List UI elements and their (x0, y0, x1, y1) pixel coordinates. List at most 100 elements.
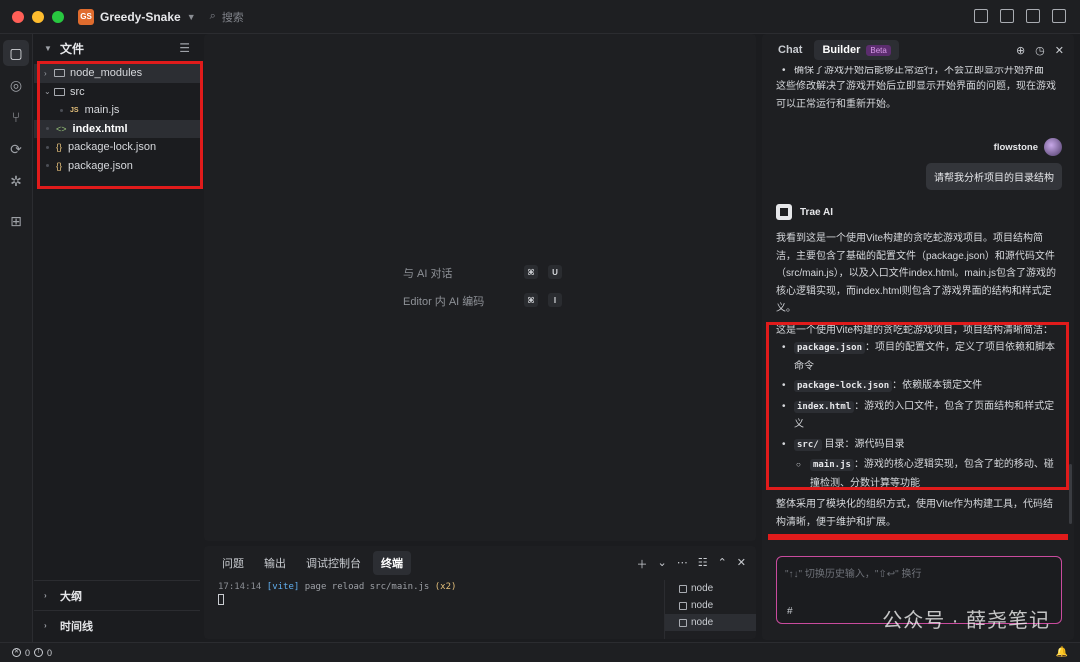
extensions-icon[interactable]: ⊞ (3, 208, 29, 234)
tab-terminal[interactable]: 终端 (373, 551, 411, 575)
layout-grid-icon[interactable] (1052, 9, 1066, 23)
context-button[interactable]: # (787, 606, 793, 617)
source-control-icon[interactable]: ⑂ (3, 104, 29, 130)
tab-problems[interactable]: 问题 (214, 551, 252, 575)
explorer-icon[interactable]: ▢ (3, 40, 29, 66)
terminal-label: node (691, 583, 714, 594)
tab-builder[interactable]: Builder Beta (814, 40, 899, 60)
terminal-output: 17:14:14 [vite] page reload src/main.js … (218, 582, 456, 592)
tab-chat-label: Chat (778, 44, 803, 56)
bottom-panel: 问题 输出 调试控制台 终端 ＋ ⌄ ⋯ ☷ ⌃ ✕ 17:14:14 [vit… (204, 546, 756, 639)
error-icon[interactable]: ✕ (12, 648, 21, 657)
hint-chat: 与 AI 对话 (403, 268, 453, 280)
trae-logo-icon (776, 204, 792, 220)
warning-count: 0 (47, 647, 53, 658)
remote-icon[interactable]: ⟳ (3, 136, 29, 162)
bell-icon[interactable]: 🔔 (1056, 647, 1068, 658)
close-panel-icon[interactable]: ✕ (737, 556, 746, 572)
cmd-key: ⌘ (524, 265, 538, 279)
close-window-button[interactable] (12, 10, 24, 23)
maximize-panel-icon[interactable]: ⌃ (718, 556, 727, 572)
debug-icon[interactable]: ✲ (3, 168, 29, 194)
tab-chat[interactable]: Chat (770, 40, 810, 60)
terminal-item[interactable]: node (665, 614, 756, 631)
terminal-count: (x2) (434, 582, 457, 592)
search-icon: ⌕ (209, 10, 216, 22)
search-placeholder: 搜索 (221, 11, 244, 24)
filter-icon[interactable]: ☰ (179, 41, 190, 55)
terminal-vite-tag: [vite] (266, 582, 300, 592)
terminal-label: node (691, 617, 714, 628)
terminal-icon (679, 584, 687, 593)
chevron-down-icon: ▼ (44, 43, 52, 53)
previous-ai-message: 确保了游戏开始后能够正常运行，不会立即显示开始界面 这些修改解决了游戏开始后立即… (776, 66, 1062, 113)
activity-bar: ▢ ◎ ⑂ ⟳ ✲ ⊞ (0, 34, 33, 642)
i-key: I (548, 293, 562, 307)
project-name: Greedy-Snake (100, 9, 181, 24)
terminal-list: node node node (664, 580, 756, 639)
hint-code-shortcut: ⌘ I (524, 293, 562, 307)
cmd-key: ⌘ (524, 293, 538, 307)
settings-icon[interactable]: ☷ (698, 556, 708, 572)
terminal-item[interactable]: node (665, 580, 756, 597)
panel-actions: ＋ ⌄ ⋯ ☷ ⌃ ✕ (636, 556, 746, 572)
project-badge: GS (78, 8, 94, 25)
hint-chat-shortcut: ⌘ U (524, 265, 562, 279)
chat-input-placeholder: "↑↓" 切换历史输入，"⇧↩" 换行 (785, 569, 922, 580)
toggle-panel-icon[interactable] (1000, 9, 1014, 23)
terminal-icon (679, 601, 687, 610)
project-switcher[interactable]: GS Greedy-Snake ▼ (78, 8, 196, 25)
new-chat-icon[interactable]: ⊕ (1016, 44, 1025, 57)
beta-badge: Beta (866, 44, 891, 56)
highlight-box-chat (766, 322, 1069, 490)
ai-header: Trae AI (776, 204, 833, 220)
chevron-down-icon[interactable]: ⌄ (657, 556, 666, 572)
terminal-label: node (691, 600, 714, 611)
tab-builder-label: Builder (822, 44, 861, 56)
ai-outro: 整体采用了模块化的组织方式，使用Vite作为构建工具，代码结构清晰，便于维护和扩… (776, 499, 1054, 528)
chat-scrollbar[interactable] (1069, 464, 1072, 524)
highlight-box-explorer (37, 61, 203, 189)
title-bar: GS Greedy-Snake ▼ ⌕ 搜索 (0, 0, 1080, 34)
terminal-item[interactable]: node (665, 597, 756, 614)
previous-list: 确保了游戏开始后能够正常运行，不会立即显示开始界面 (776, 66, 1062, 76)
user-message: 请帮我分析项目的目录结构 (926, 163, 1062, 190)
status-bar: ✕ 0 ! 0 🔔 (0, 642, 1080, 662)
outline-label: 大纲 (60, 590, 82, 603)
history-icon[interactable]: ◷ (1035, 44, 1045, 57)
search-code-icon[interactable]: ◎ (3, 72, 29, 98)
layout-toggles (974, 9, 1066, 23)
tab-debug-console[interactable]: 调试控制台 (298, 551, 369, 575)
ai-name: Trae AI (800, 206, 833, 218)
warning-icon[interactable]: ! (34, 648, 44, 657)
terminal-time: 17:14:14 (218, 582, 262, 592)
timeline-label: 时间线 (60, 620, 93, 633)
add-terminal-icon[interactable]: ＋ (636, 556, 647, 572)
editor-area[interactable]: 与 AI 对话 ⌘ U Editor 内 AI 编码 ⌘ I (204, 34, 756, 541)
watermark: 公众号 · 薛尧笔记 (882, 610, 1050, 632)
explorer-header[interactable]: ▼ 文件 ☰ (34, 34, 200, 62)
ai-intro: 我看到这是一个使用Vite构建的贪吃蛇游戏项目。项目结构简洁，主要包含了基础的配… (776, 233, 1057, 314)
close-chat-icon[interactable]: ✕ (1055, 44, 1064, 57)
maximize-window-button[interactable] (52, 10, 64, 23)
chevron-right-icon: › (44, 591, 47, 600)
u-key: U (548, 265, 562, 279)
tab-output[interactable]: 输出 (256, 551, 294, 575)
toggle-sidebar-icon[interactable] (974, 9, 988, 23)
toggle-secondary-sidebar-icon[interactable] (1026, 9, 1040, 23)
user-header: flowstone (994, 138, 1062, 156)
highlight-box-input (768, 534, 1068, 540)
hint-code: Editor 内 AI 编码 (403, 296, 485, 308)
outline-section[interactable]: › 大纲 (34, 580, 200, 610)
more-icon[interactable]: ⋯ (677, 556, 688, 572)
terminal-icon (679, 618, 687, 627)
window-controls (12, 10, 64, 23)
explorer-title: 文件 (60, 41, 85, 56)
timeline-section[interactable]: › 时间线 (34, 610, 200, 640)
chevron-down-icon: ▼ (186, 11, 196, 22)
user-avatar (1044, 138, 1062, 156)
search-box[interactable]: ⌕ 搜索 (210, 9, 244, 25)
previous-summary: 这些修改解决了游戏开始后立即显示开始界面的问题，现在游戏可以正常运行和重新开始。 (776, 81, 1056, 110)
user-name: flowstone (993, 141, 1038, 153)
minimize-window-button[interactable] (32, 10, 44, 23)
